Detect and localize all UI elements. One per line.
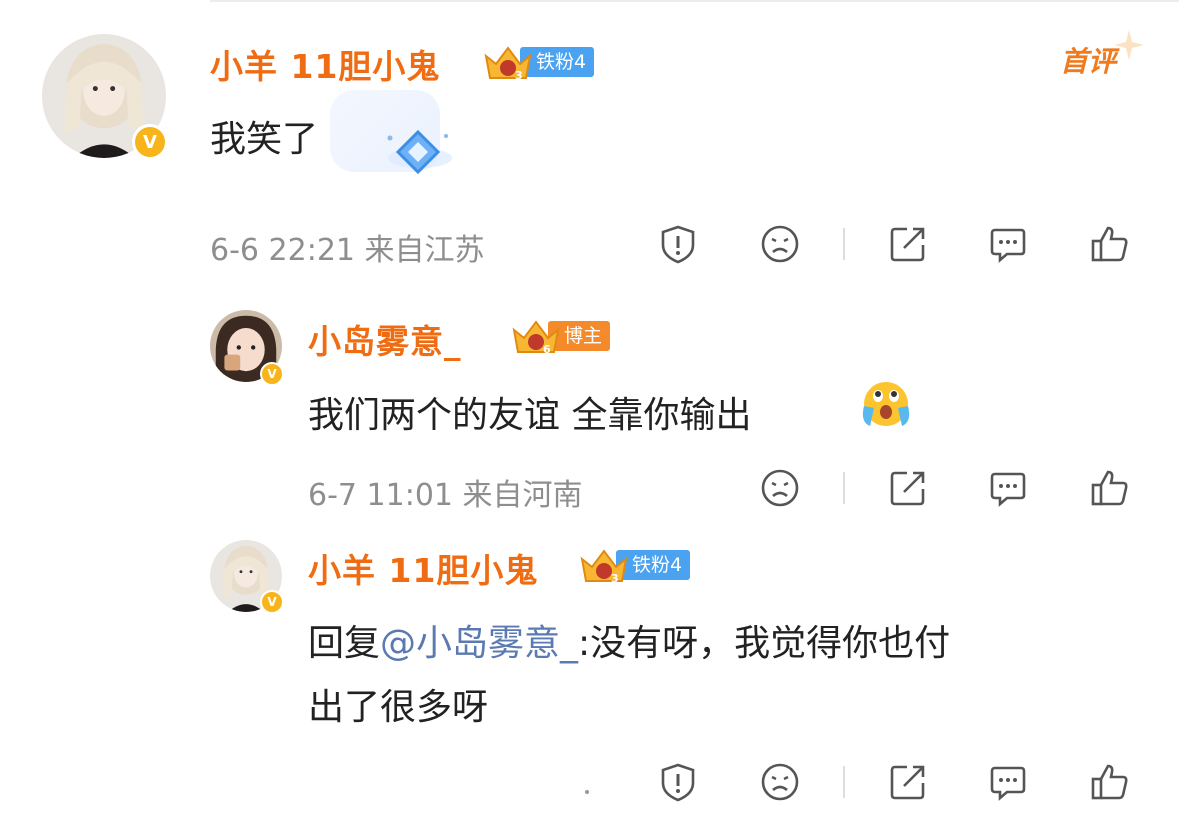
username[interactable]: 小岛雾意_ — [308, 315, 462, 363]
share-icon[interactable] — [886, 466, 930, 510]
share-icon[interactable] — [886, 760, 930, 804]
divider-dot — [585, 790, 589, 794]
blogger-badge[interactable]: 6 博主 — [510, 319, 611, 356]
dislike-face-icon[interactable] — [758, 222, 802, 266]
verified-v-badge-icon: V — [132, 124, 168, 160]
reply-meta: 6-7 11:01 来自河南 — [308, 478, 583, 513]
mention-link[interactable]: @小岛雾意_ — [380, 623, 578, 664]
verified-v-badge-icon: V — [260, 590, 284, 614]
svg-text:6: 6 — [543, 343, 551, 356]
thumbs-up-icon[interactable] — [1088, 760, 1132, 804]
dislike-face-icon[interactable] — [758, 760, 802, 804]
fan-crown-icon: 3 — [484, 46, 532, 82]
first-comment-label: 首评 — [1060, 30, 1144, 80]
action-divider — [843, 472, 845, 504]
comment-icon[interactable] — [986, 466, 1030, 510]
thumbs-up-icon[interactable] — [1088, 222, 1132, 266]
reply-prefix: 回复 — [308, 623, 381, 664]
reply-text: 我们两个的友谊 全靠你输出 — [308, 395, 752, 436]
share-icon[interactable] — [886, 222, 930, 266]
action-divider — [843, 228, 845, 260]
avatar[interactable]: V — [210, 310, 284, 386]
svg-text:3: 3 — [611, 572, 619, 585]
username[interactable]: 小羊 11胆小鬼 — [308, 544, 538, 592]
report-icon[interactable] — [656, 222, 700, 266]
reply-text-line2: 出了很多呀 — [308, 687, 489, 728]
comment-meta: 6-6 22:21 来自江苏 — [210, 233, 485, 268]
reply-text-line1: 回复@小岛雾意_:没有呀，我觉得你也付 — [308, 614, 950, 666]
crying-emoji-icon — [862, 382, 910, 426]
fan-crown-icon: 6 — [512, 320, 560, 356]
avatar[interactable]: V — [210, 540, 284, 614]
comment-icon[interactable] — [986, 760, 1030, 804]
avatar[interactable]: V — [42, 34, 168, 160]
diamond-icon — [387, 129, 452, 175]
username[interactable]: 小羊 11胆小鬼 — [210, 40, 440, 88]
dislike-face-icon[interactable] — [758, 466, 802, 510]
report-icon[interactable] — [656, 760, 700, 804]
fan-crown-icon: 3 — [580, 549, 628, 585]
verified-v-badge-icon: V — [260, 362, 284, 386]
fan-badge[interactable]: 3 铁粉4 — [578, 548, 691, 585]
fan-badge[interactable]: 3 铁粉4 — [482, 45, 595, 82]
action-divider — [843, 766, 845, 798]
sparkle-icon — [1114, 30, 1144, 60]
top-divider — [210, 0, 1179, 2]
svg-text:3: 3 — [515, 69, 523, 82]
thumbs-up-icon[interactable] — [1088, 466, 1132, 510]
comment-icon[interactable] — [986, 222, 1030, 266]
comment-text: 我笑了 — [210, 119, 319, 160]
reply-body: :没有呀，我觉得你也付 — [578, 623, 951, 664]
